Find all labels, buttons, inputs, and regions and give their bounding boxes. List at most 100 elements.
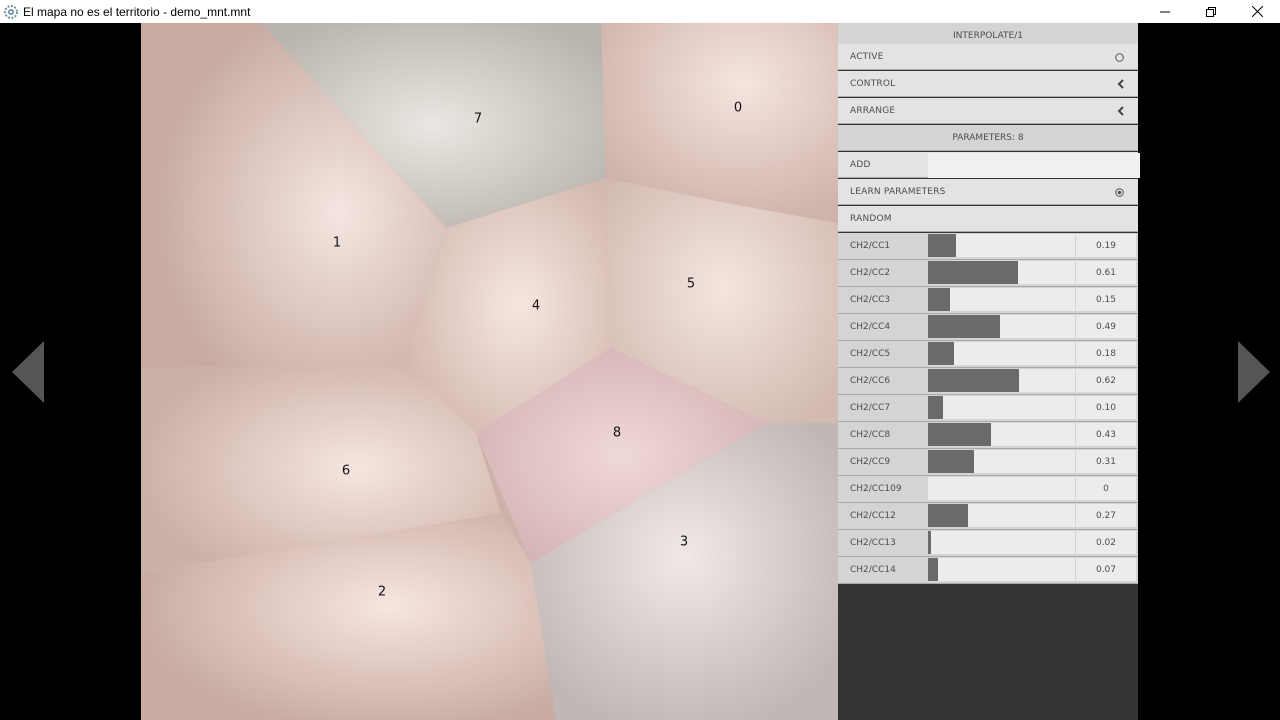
parameter-row: CH2/CC5 0.18 [838,341,1138,368]
parameter-name: CH2/CC6 [850,376,891,386]
parameter-name: CH2/CC9 [850,457,891,467]
parameter-slider-fill [928,504,968,527]
parameter-row: CH2/CC2 0.61 [838,260,1138,287]
parameter-slider[interactable] [928,369,1075,392]
arrow-right-icon [1238,341,1270,403]
parameter-slider[interactable] [928,504,1075,527]
parameter-slider-fill [928,315,1000,338]
radio-off-icon [1115,44,1124,70]
node-label-3[interactable]: 3 [680,535,688,550]
arrange-section[interactable]: ARRANGE [838,98,1138,124]
close-button[interactable] [1234,0,1280,23]
parameter-row: CH2/CC6 0.62 [838,368,1138,395]
random-button[interactable]: RANDOM [838,206,1138,232]
parameter-name: CH2/CC109 [850,484,902,494]
parameter-value-field[interactable]: 0.49 [1076,315,1136,338]
voronoi-canvas [141,23,838,720]
parameter-value-field[interactable]: 0.02 [1076,531,1136,554]
window-title: El mapa no es el territorio - demo_mnt.m… [23,4,251,19]
parameter-slider-fill [928,558,938,581]
previous-arrow-button[interactable] [8,339,48,405]
parameter-value-field[interactable]: 0.18 [1076,342,1136,365]
add-label: ADD [850,159,871,170]
restore-icon [1206,6,1216,17]
parameter-slider[interactable] [928,234,1075,257]
parameter-slider[interactable] [928,315,1075,338]
parameter-value-field[interactable]: 0.62 [1076,369,1136,392]
parameter-slider[interactable] [928,531,1075,554]
parameter-value-field[interactable]: 0.27 [1076,504,1136,527]
control-section[interactable]: CONTROL [838,71,1138,97]
window-controls [1142,0,1280,23]
parameter-name: CH2/CC3 [850,295,891,305]
node-label-6[interactable]: 6 [342,464,350,479]
parameter-name: CH2/CC12 [850,511,896,521]
panel-title: INTERPOLATE/1 [953,30,1023,41]
parameter-name: CH2/CC5 [850,349,891,359]
parameter-slider[interactable] [928,396,1075,419]
parameter-slider-fill [928,531,931,554]
node-label-5[interactable]: 5 [687,277,695,292]
parameter-name: CH2/CC4 [850,322,891,332]
arrange-label: ARRANGE [850,105,896,116]
control-label: CONTROL [850,78,896,89]
parameter-value-field[interactable]: 0.07 [1076,558,1136,581]
next-arrow-button[interactable] [1234,339,1274,405]
radio-on-icon [1115,179,1124,205]
arrow-left-icon [12,341,44,403]
parameter-slider-fill [928,369,1019,392]
parameters-header: PARAMETERS: 8 [838,125,1138,151]
parameter-slider-fill [928,234,956,257]
interpolation-map[interactable]: 0 1 2 3 4 5 6 7 8 [141,23,838,720]
active-label: ACTIVE [850,51,884,62]
chevron-left-icon [1117,98,1124,124]
app-stage: 0 1 2 3 4 5 6 7 8 INTERPOLATE/1 ACTIVE C… [0,23,1280,720]
parameter-value-field[interactable]: 0.19 [1076,234,1136,257]
active-toggle[interactable]: ACTIVE [838,44,1138,70]
parameter-slider[interactable] [928,423,1075,446]
parameter-slider-fill [928,450,974,473]
window-titlebar: El mapa no es el territorio - demo_mnt.m… [0,0,1280,23]
parameter-slider[interactable] [928,477,1075,500]
node-label-8[interactable]: 8 [613,426,621,441]
parameter-slider-fill [928,423,991,446]
node-label-1[interactable]: 1 [333,236,341,251]
parameter-slider-fill [928,261,1018,284]
parameter-slider[interactable] [928,288,1075,311]
node-label-2[interactable]: 2 [378,585,386,600]
parameter-value-field[interactable]: 0.10 [1076,396,1136,419]
parameter-slider[interactable] [928,342,1075,365]
learn-parameters-toggle[interactable]: LEARN PARAMETERS [838,179,1138,205]
node-label-7[interactable]: 7 [474,112,482,127]
app-icon [3,4,19,20]
parameter-slider[interactable] [928,261,1075,284]
interpolate-panel: INTERPOLATE/1 ACTIVE CONTROL ARRANGE PAR… [838,23,1140,720]
parameter-slider[interactable] [928,558,1075,581]
parameter-row: CH2/CC109 0 [838,476,1138,503]
parameter-value-field[interactable]: 0.61 [1076,261,1136,284]
minimize-icon [1160,11,1170,12]
parameter-row: CH2/CC13 0.02 [838,530,1138,557]
parameter-name: CH2/CC2 [850,268,891,278]
parameter-value-field[interactable]: 0.31 [1076,450,1136,473]
parameter-value-field[interactable]: 0.43 [1076,423,1136,446]
learn-parameters-label: LEARN PARAMETERS [850,186,946,197]
node-label-4[interactable]: 4 [532,299,540,314]
parameter-value-field[interactable]: 0.15 [1076,288,1136,311]
parameter-row: CH2/CC1 0.19 [838,233,1138,260]
restore-button[interactable] [1188,0,1234,23]
parameter-name: CH2/CC7 [850,403,891,413]
random-label: RANDOM [850,213,892,224]
parameter-slider-fill [928,342,954,365]
parameter-name: CH2/CC14 [850,565,896,575]
parameter-value-field[interactable]: 0 [1076,477,1136,500]
parameter-slider[interactable] [928,450,1075,473]
minimize-button[interactable] [1142,0,1188,23]
parameter-row: CH2/CC7 0.10 [838,395,1138,422]
chevron-left-icon [1117,71,1124,97]
parameter-name: CH2/CC8 [850,430,891,440]
add-parameter-input[interactable] [928,153,1140,178]
parameter-slider-fill [928,288,950,311]
node-label-0[interactable]: 0 [734,101,742,116]
parameters-count: PARAMETERS: 8 [952,132,1024,143]
